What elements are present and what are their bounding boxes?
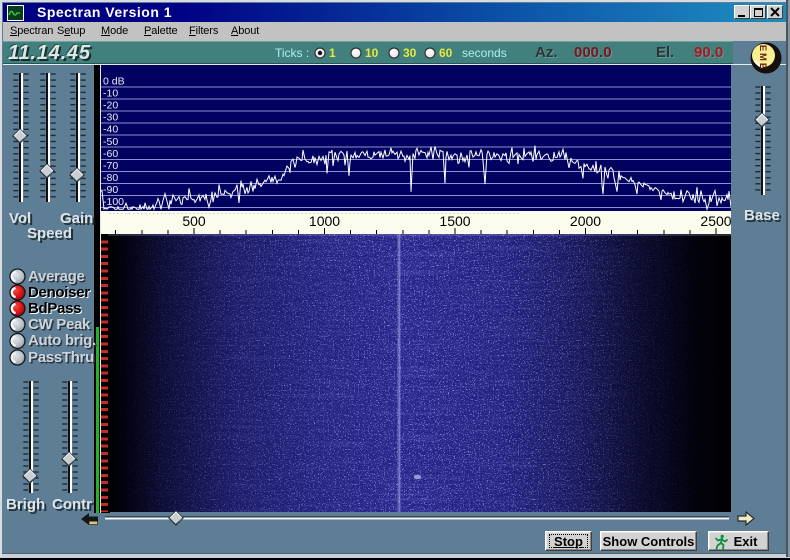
- svg-text:0 dB: 0 dB: [103, 76, 125, 88]
- svg-text:-80: -80: [103, 172, 118, 184]
- svg-text:E: E: [757, 63, 768, 69]
- svg-text:2000: 2000: [570, 213, 601, 229]
- svg-text:-60: -60: [103, 148, 118, 160]
- svg-text:1000: 1000: [309, 213, 340, 229]
- svg-text:-40: -40: [103, 124, 118, 136]
- svg-text:1500: 1500: [439, 213, 470, 229]
- svg-text:-20: -20: [103, 100, 118, 112]
- svg-text:500: 500: [182, 213, 206, 229]
- svg-text:M: M: [757, 53, 768, 61]
- svg-text:-10: -10: [103, 88, 118, 100]
- svg-text:2500: 2500: [700, 213, 731, 229]
- svg-text:-90: -90: [103, 184, 118, 196]
- svg-text:-30: -30: [103, 112, 118, 124]
- svg-text:-50: -50: [103, 136, 118, 148]
- svg-text:-100: -100: [103, 196, 124, 208]
- svg-text:-70: -70: [103, 160, 118, 172]
- svg-text:E: E: [757, 45, 768, 51]
